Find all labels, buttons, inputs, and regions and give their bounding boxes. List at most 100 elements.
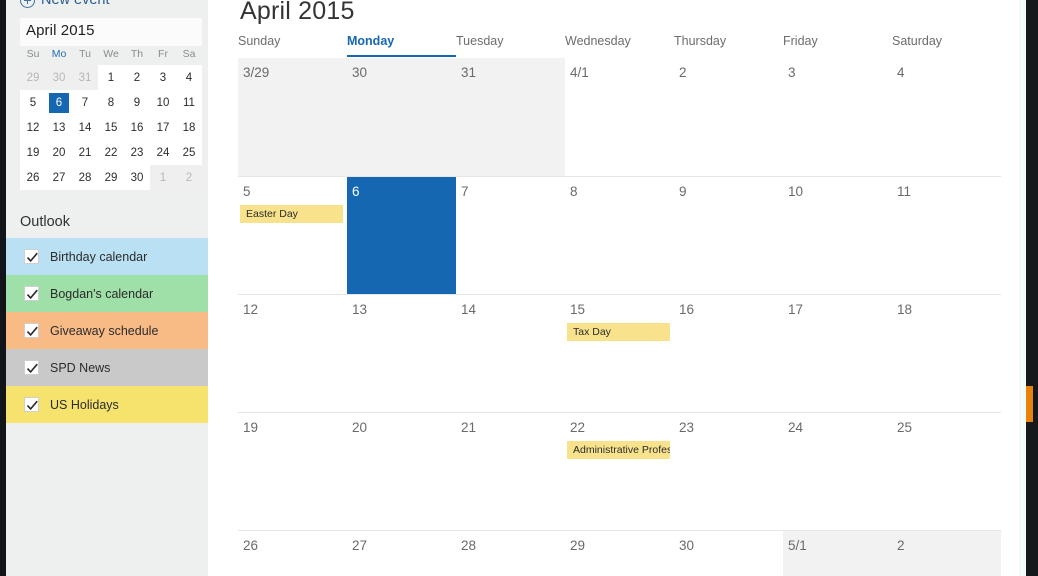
calendar-visibility-checkbox[interactable] (24, 323, 39, 338)
calendar-visibility-checkbox[interactable] (24, 397, 39, 412)
vertical-scrollbar-thumb[interactable] (1026, 386, 1033, 422)
mini-calendar-day[interactable]: 17 (150, 115, 176, 140)
day-number: 23 (679, 420, 695, 435)
mini-calendar-day[interactable]: 1 (150, 165, 176, 190)
mini-calendar-day[interactable]: 26 (20, 165, 46, 190)
day-number: 16 (679, 302, 695, 317)
mini-calendar-day[interactable]: 1 (98, 65, 124, 90)
mini-calendar-day[interactable]: 31 (72, 65, 98, 90)
calendar-visibility-checkbox[interactable] (24, 360, 39, 375)
calendar-list-item[interactable]: SPD News (6, 349, 208, 386)
day-cell[interactable]: 30 (347, 58, 456, 176)
mini-calendar-day[interactable]: 27 (46, 165, 72, 190)
mini-calendar-day[interactable]: 16 (124, 115, 150, 140)
mini-calendar-day[interactable]: 23 (124, 140, 150, 165)
day-cell[interactable]: 2 (892, 531, 1001, 576)
calendar-visibility-checkbox[interactable] (24, 286, 39, 301)
mini-calendar-day[interactable]: 21 (72, 140, 98, 165)
mini-calendar-day[interactable]: 11 (176, 90, 202, 115)
day-cell[interactable]: 26 (238, 531, 347, 576)
weekday-header-monday[interactable]: Monday (347, 34, 456, 57)
day-cell[interactable]: 4 (892, 58, 1001, 176)
day-cell[interactable]: 20 (347, 413, 456, 530)
day-cell[interactable]: 30 (674, 531, 783, 576)
mini-calendar-day[interactable]: 15 (98, 115, 124, 140)
day-cell[interactable]: 29 (565, 531, 674, 576)
weekday-header-tuesday[interactable]: Tuesday (456, 34, 565, 57)
day-cell[interactable]: 22 Administrative Professi (565, 413, 674, 530)
weekday-header-saturday[interactable]: Saturday (892, 34, 1001, 57)
mini-calendar-day[interactable]: 3 (150, 65, 176, 90)
mini-calendar-day[interactable]: 19 (20, 140, 46, 165)
mini-calendar-day[interactable]: 29 (20, 65, 46, 90)
day-cell[interactable]: 16 (674, 295, 783, 412)
mini-calendar-day[interactable]: 2 (124, 65, 150, 90)
mini-calendar-day[interactable]: 10 (150, 90, 176, 115)
day-cell[interactable]: 31 (456, 58, 565, 176)
day-cell[interactable]: 5 Easter Day (238, 177, 347, 294)
day-cell[interactable]: 9 (674, 177, 783, 294)
day-cell[interactable]: 21 (456, 413, 565, 530)
calendar-list-item[interactable]: US Holidays (6, 386, 208, 423)
new-event-button[interactable]: New event (20, 0, 110, 12)
day-number: 25 (897, 420, 913, 435)
weekday-header-friday[interactable]: Friday (783, 34, 892, 57)
weekday-header-wednesday[interactable]: Wednesday (565, 34, 674, 57)
day-cell[interactable]: 3/29 (238, 58, 347, 176)
mini-calendar-day[interactable]: 18 (176, 115, 202, 140)
day-cell[interactable]: 3 (783, 58, 892, 176)
day-cell[interactable]: 27 (347, 531, 456, 576)
day-cell[interactable]: 17 (783, 295, 892, 412)
day-cell[interactable]: 7 (456, 177, 565, 294)
day-number: 17 (788, 302, 804, 317)
day-cell[interactable]: 18 (892, 295, 1001, 412)
mini-calendar-dow-th: Th (124, 46, 150, 65)
day-cell[interactable]: 12 (238, 295, 347, 412)
day-cell[interactable]: 2 (674, 58, 783, 176)
day-cell-selected[interactable]: 6 (347, 177, 456, 294)
window-right-gap (1019, 0, 1026, 576)
weekday-header-sunday[interactable]: Sunday (238, 34, 347, 57)
calendar-event[interactable]: Easter Day (240, 205, 343, 223)
mini-calendar-day[interactable]: 12 (20, 115, 46, 140)
mini-calendar-day[interactable]: 29 (98, 165, 124, 190)
calendar-list-item[interactable]: Giveaway schedule (6, 312, 208, 349)
mini-calendar-day[interactable]: 28 (72, 165, 98, 190)
day-number: 4/1 (570, 65, 589, 80)
day-cell[interactable]: 25 (892, 413, 1001, 530)
day-cell[interactable]: 13 (347, 295, 456, 412)
mini-calendar-day[interactable]: 24 (150, 140, 176, 165)
calendar-event[interactable]: Administrative Professi (567, 441, 670, 459)
weekday-header-thursday[interactable]: Thursday (674, 34, 783, 57)
mini-calendar-dow-we: We (98, 46, 124, 65)
calendar-event[interactable]: Tax Day (567, 323, 670, 341)
mini-calendar-day[interactable]: 9 (124, 90, 150, 115)
mini-calendar-day[interactable]: 20 (46, 140, 72, 165)
mini-calendar-day[interactable]: 7 (72, 90, 98, 115)
day-cell[interactable]: 15 Tax Day (565, 295, 674, 412)
day-cell[interactable]: 8 (565, 177, 674, 294)
mini-calendar-day[interactable]: 4 (176, 65, 202, 90)
day-cell[interactable]: 11 (892, 177, 1001, 294)
day-cell[interactable]: 14 (456, 295, 565, 412)
day-cell[interactable]: 23 (674, 413, 783, 530)
mini-calendar-day-selected[interactable]: 6 (46, 90, 72, 115)
mini-calendar-day[interactable]: 2 (176, 165, 202, 190)
calendar-visibility-checkbox[interactable] (24, 249, 39, 264)
mini-calendar-day[interactable]: 22 (98, 140, 124, 165)
day-cell[interactable]: 28 (456, 531, 565, 576)
mini-calendar-day[interactable]: 8 (98, 90, 124, 115)
mini-calendar-day[interactable]: 30 (46, 65, 72, 90)
calendar-list-item[interactable]: Bogdan's calendar (6, 275, 208, 312)
day-cell[interactable]: 10 (783, 177, 892, 294)
day-cell[interactable]: 24 (783, 413, 892, 530)
calendar-list-item[interactable]: Birthday calendar (6, 238, 208, 275)
mini-calendar-day[interactable]: 30 (124, 165, 150, 190)
mini-calendar-day[interactable]: 13 (46, 115, 72, 140)
day-cell[interactable]: 4/1 (565, 58, 674, 176)
day-cell[interactable]: 19 (238, 413, 347, 530)
day-cell[interactable]: 5/1 (783, 531, 892, 576)
mini-calendar-day[interactable]: 25 (176, 140, 202, 165)
mini-calendar-day[interactable]: 5 (20, 90, 46, 115)
mini-calendar-day[interactable]: 14 (72, 115, 98, 140)
